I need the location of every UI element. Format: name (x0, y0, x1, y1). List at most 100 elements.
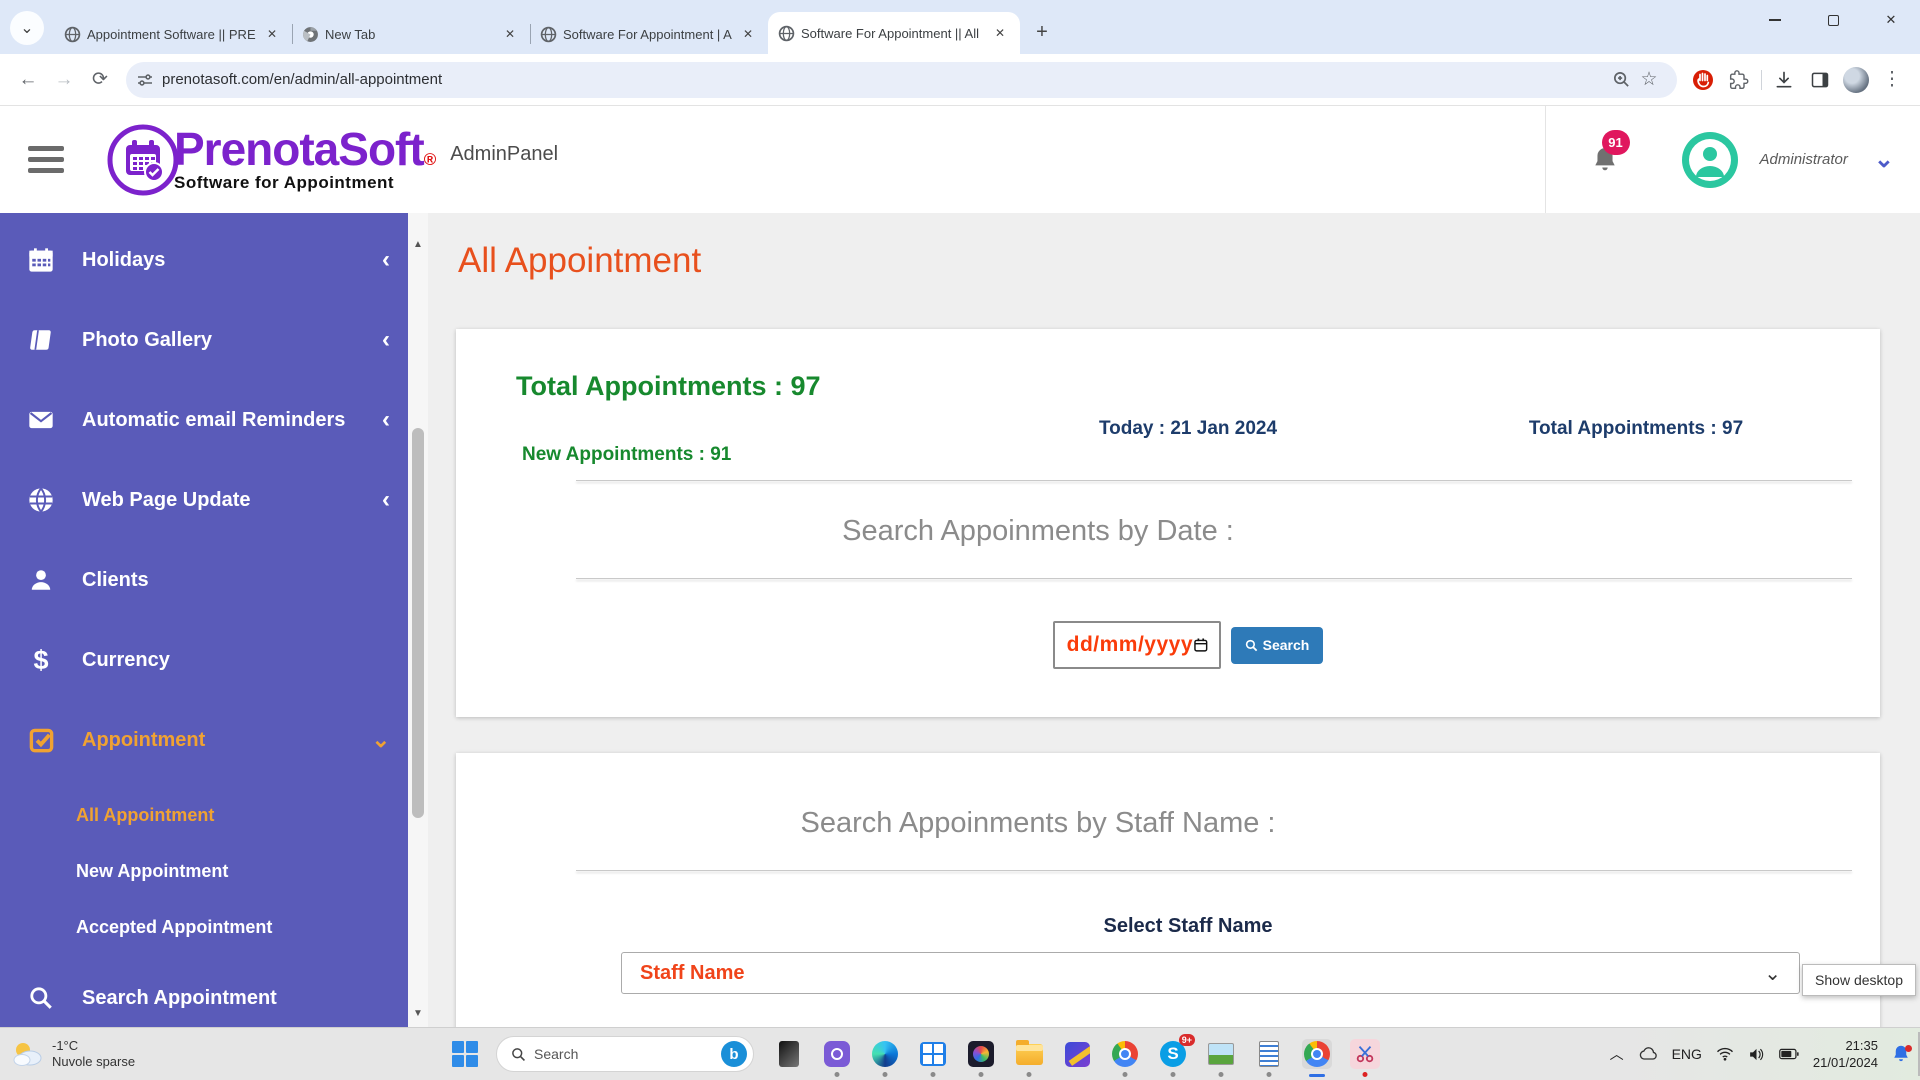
calendar-logo-icon (106, 123, 180, 197)
calendar-picker-icon[interactable] (1193, 635, 1209, 655)
scroll-down-icon[interactable]: ▼ (411, 1008, 425, 1019)
chevron-left-icon (382, 326, 390, 354)
globe-favicon-icon (64, 26, 81, 43)
sidebar-item-search-appointment[interactable]: Search Appointment (0, 965, 408, 1027)
url-text[interactable]: prenotasoft.com/en/admin/all-appointment (162, 71, 1612, 88)
extensions-puzzle-icon[interactable] (1721, 62, 1757, 98)
hamburger-menu-icon[interactable] (28, 146, 64, 173)
zoom-icon[interactable] (1612, 70, 1631, 89)
new-tab-button[interactable]: + (1028, 18, 1056, 46)
bookmark-star-icon[interactable]: ☆ (1631, 62, 1667, 98)
close-icon[interactable]: ✕ (500, 25, 520, 43)
taskbar: -1°C Nuvole sparse Search b S9+ (0, 1027, 1920, 1080)
tray-expand-icon[interactable]: ︿ (1610, 1044, 1624, 1064)
search-by-staff-heading: Search Appoinments by Staff Name : (428, 807, 1710, 840)
close-icon[interactable]: ✕ (990, 24, 1010, 42)
divider (576, 480, 1852, 481)
calendar-icon (26, 245, 56, 275)
sidebar-item-label: Photo Gallery (82, 329, 382, 352)
search-icon (26, 983, 56, 1013)
notes-app-icon[interactable] (1254, 1039, 1284, 1069)
close-icon[interactable]: ✕ (262, 25, 282, 43)
new-appointments-stat: New Appointments : 91 (522, 444, 964, 466)
staff-name-select[interactable]: Staff Name ⌄ (621, 952, 1800, 994)
wifi-icon[interactable] (1716, 1047, 1734, 1061)
envelope-icon (26, 405, 56, 435)
date-placeholder: dd/mm/yyyy (1067, 633, 1193, 657)
taskbar-search[interactable]: Search b (496, 1036, 754, 1072)
notification-bell-icon[interactable] (1892, 1044, 1910, 1064)
onedrive-cloud-icon[interactable] (1638, 1047, 1658, 1061)
chrome-icon[interactable] (1110, 1039, 1140, 1069)
sidebar-item-clients[interactable]: Clients (0, 547, 408, 613)
browser-tab-active[interactable]: Software For Appointment || All ✕ (768, 12, 1020, 54)
browser-menu-icon[interactable]: ⋮ (1874, 62, 1910, 98)
sidebar-scrollbar[interactable]: ▲ ▼ (408, 213, 428, 1027)
site-settings-icon[interactable] (136, 71, 154, 89)
sidebar-item-label: Currency (82, 649, 390, 672)
adblock-icon[interactable] (1685, 62, 1721, 98)
back-icon[interactable]: ← (10, 62, 46, 98)
download-icon[interactable] (1766, 62, 1802, 98)
sidebar-item-email-reminders[interactable]: Automatic email Reminders (0, 387, 408, 453)
browser-tab[interactable]: Appointment Software || PRENC ✕ (54, 14, 292, 54)
dark-app-icon[interactable] (774, 1039, 804, 1069)
weather-desc: Nuvole sparse (52, 1054, 135, 1070)
weather-icon (10, 1038, 44, 1070)
sidebar-subitem-new-appointment[interactable]: New Appointment (0, 843, 408, 899)
browser-tab[interactable]: New Tab ✕ (292, 14, 530, 54)
chat-app-icon[interactable] (822, 1039, 852, 1069)
media-app-icon[interactable] (1062, 1039, 1092, 1069)
photos-icon[interactable] (966, 1039, 996, 1069)
close-icon[interactable]: ✕ (738, 25, 758, 43)
sidebar-item-holidays[interactable]: Holidays (0, 227, 408, 293)
address-bar[interactable]: prenotasoft.com/en/admin/all-appointment… (126, 62, 1677, 98)
clock-date: 21/01/2024 (1813, 1054, 1878, 1071)
sidebar-item-label: Web Page Update (82, 489, 382, 512)
sidebar-item-web-page-update[interactable]: Web Page Update (0, 467, 408, 533)
admin-panel-label: AdminPanel (450, 143, 558, 166)
window-minimize-button[interactable] (1746, 0, 1804, 40)
search-button-label: Search (1263, 637, 1310, 653)
file-explorer-icon[interactable] (1014, 1039, 1044, 1069)
sidebar-item-appointment[interactable]: Appointment (0, 707, 408, 773)
reload-icon[interactable]: ⟳ (82, 62, 118, 98)
side-panel-icon[interactable] (1802, 62, 1838, 98)
user-avatar[interactable] (1682, 132, 1738, 188)
notifications-button[interactable]: 91 (1592, 146, 1618, 174)
sidebar-item-currency[interactable]: Currency (0, 627, 408, 693)
user-role-label: Administrator (1760, 151, 1848, 168)
bing-icon[interactable]: b (721, 1041, 747, 1067)
scroll-up-icon[interactable]: ▲ (411, 239, 425, 250)
store-icon[interactable] (918, 1039, 948, 1069)
sidebar-subitem-all-appointment[interactable]: All Appointment (0, 787, 408, 843)
volume-icon[interactable] (1748, 1047, 1765, 1062)
chevron-down-icon[interactable]: ⌄ (1874, 155, 1894, 165)
start-button[interactable] (452, 1041, 478, 1067)
select-staff-label: Select Staff Name (516, 915, 1860, 938)
battery-icon[interactable] (1779, 1048, 1799, 1060)
sidebar-item-photo-gallery[interactable]: Photo Gallery (0, 307, 408, 373)
chrome-active-icon[interactable] (1302, 1039, 1332, 1069)
forward-icon[interactable]: → (46, 62, 82, 98)
window-maximize-button[interactable] (1804, 0, 1862, 40)
brand-logo[interactable]: PrenotaSoft® Software for Appointment (106, 123, 436, 197)
snipping-tool-icon[interactable] (1350, 1039, 1380, 1069)
sidebar-item-label: Holidays (82, 249, 382, 272)
tab-title: Software For Appointment || All (801, 26, 984, 41)
brand-name: PrenotaSoft (174, 123, 424, 175)
skype-icon[interactable]: S9+ (1158, 1039, 1188, 1069)
window-close-button[interactable]: ✕ (1862, 0, 1920, 40)
browser-tab[interactable]: Software For Appointment | Ad ✕ (530, 14, 768, 54)
browser-profile-avatar[interactable] (1838, 62, 1874, 98)
taskbar-weather-widget[interactable]: -1°C Nuvole sparse (10, 1038, 210, 1070)
edge-icon[interactable] (870, 1039, 900, 1069)
sidebar-subitem-accepted-appointment[interactable]: Accepted Appointment (0, 899, 408, 955)
image-app-icon[interactable] (1206, 1039, 1236, 1069)
taskbar-clock[interactable]: 21:35 21/01/2024 (1813, 1037, 1878, 1071)
search-button[interactable]: Search (1231, 627, 1324, 664)
language-indicator[interactable]: ENG (1672, 1046, 1702, 1062)
tab-search-icon[interactable]: ⌄ (10, 11, 44, 45)
date-input[interactable]: dd/mm/yyyy (1053, 621, 1221, 669)
scrollbar-thumb[interactable] (412, 428, 424, 818)
